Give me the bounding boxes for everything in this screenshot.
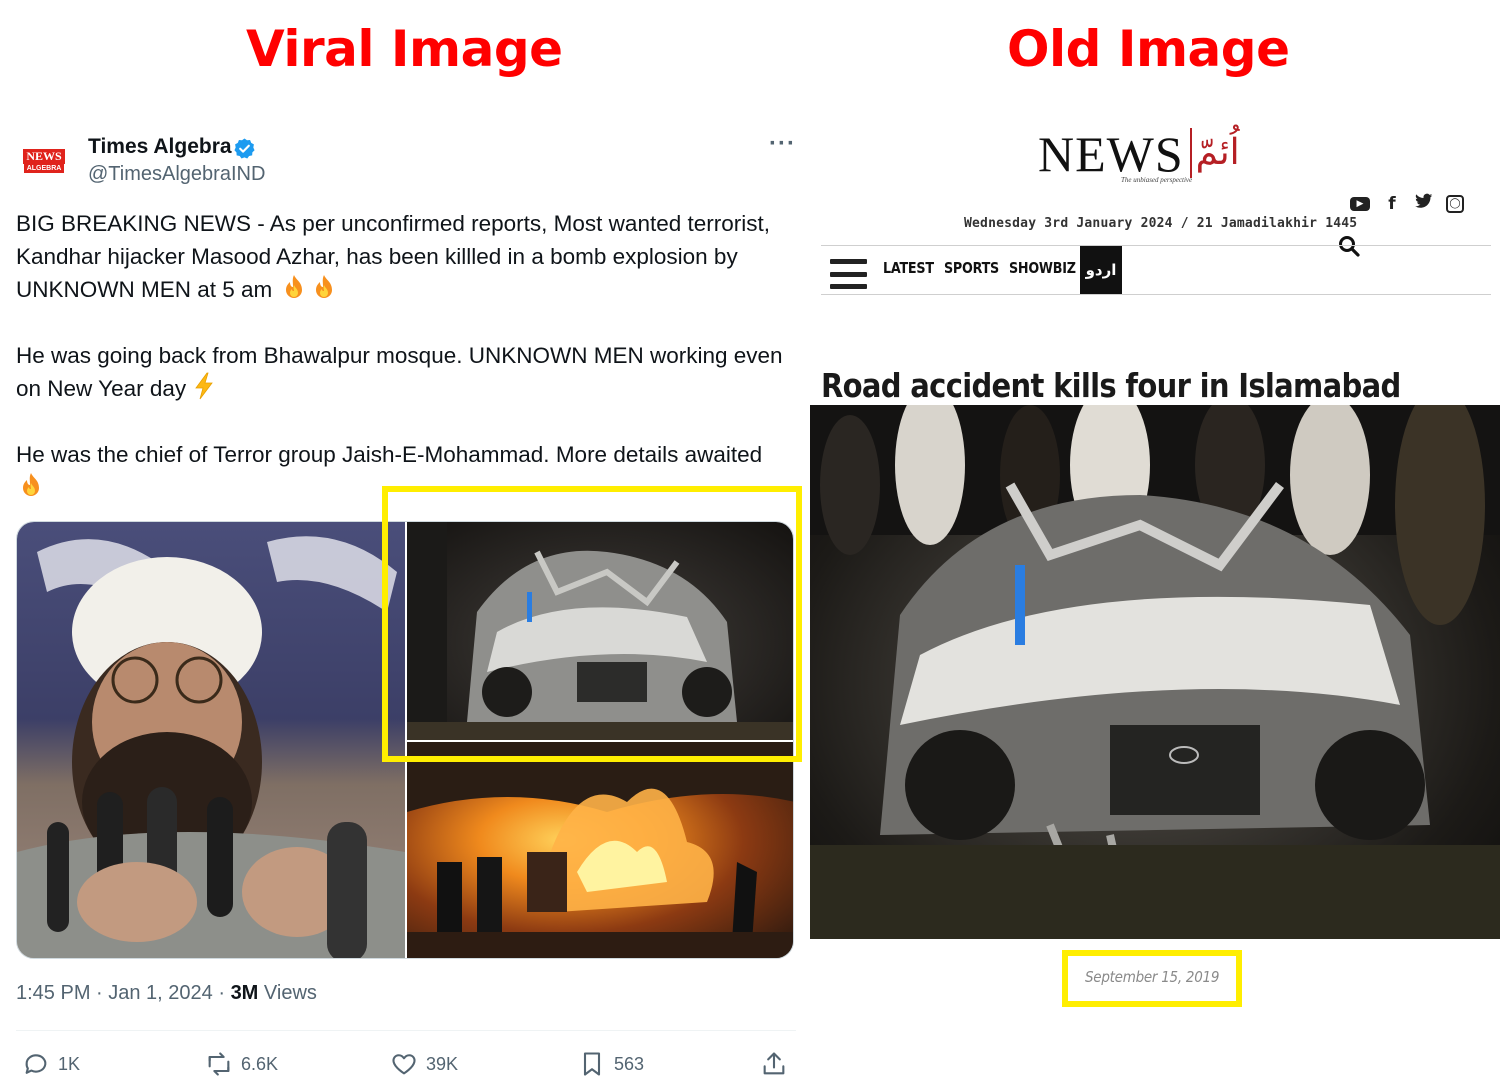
reply-button[interactable]: 1K (22, 1050, 80, 1078)
bookmark-icon (583, 1052, 601, 1076)
tweet-paragraph-1: BIG BREAKING NEWS - As per unconfirmed r… (16, 207, 796, 310)
bookmark-button[interactable]: 563 (578, 1050, 644, 1078)
menu-icon[interactable] (830, 259, 867, 289)
like-icon (392, 1054, 416, 1075)
facebook-icon[interactable]: f (1382, 193, 1402, 215)
nav-item-urdu[interactable]: اردو (1080, 246, 1122, 294)
tweet-paragraph-2-text: He was going back from Bhawalpur mosque.… (16, 343, 783, 401)
fire-emoji-icon (16, 471, 46, 508)
tweet-views-count: 3M (230, 982, 259, 1004)
tweet-timestamp[interactable]: 1:45 PM · Jan 1, 2024 · (16, 982, 231, 1004)
old-image-heading: Old Image (1007, 20, 1290, 78)
author-handle[interactable]: @TimesAlgebraIND (88, 163, 265, 186)
search-icon[interactable] (1337, 234, 1361, 258)
like-count: 39K (426, 1053, 459, 1074)
share-button[interactable] (760, 1050, 788, 1078)
tweet-meta: 1:45 PM · Jan 1, 2024 · 3M Views (16, 982, 317, 1005)
author-name[interactable]: Times Algebra (88, 135, 232, 159)
article-title[interactable]: Road accident kills four in Islamabad (821, 366, 1401, 405)
bookmark-count: 563 (614, 1053, 645, 1074)
tweet-paragraph-2: He was going back from Bhawalpur mosque.… (16, 339, 796, 409)
site-dateline: Wednesday 3rd January 2024 / 21 Jamadila… (964, 216, 1358, 231)
lightning-emoji-icon (192, 372, 218, 409)
portrait-photo[interactable] (17, 522, 405, 958)
avatar[interactable]: NEWS ALGEBRA (22, 141, 66, 181)
nav-item-showbiz[interactable]: SHOWBIZ (1009, 259, 1076, 277)
tweet-divider (16, 1030, 796, 1031)
more-options-icon[interactable]: ··· (769, 130, 796, 158)
nav-top-rule (821, 245, 1491, 246)
highlight-box-tweet-image (382, 486, 802, 762)
viral-image-heading: Viral Image (246, 20, 563, 78)
social-links: ▶ f ◯ (1350, 193, 1464, 215)
fire-emoji-icon (279, 273, 309, 310)
twitter-icon[interactable] (1414, 193, 1434, 215)
site-tagline: The unbiased perspective (1121, 176, 1193, 184)
explosion-fire-photo[interactable] (407, 742, 793, 958)
reply-count: 1K (58, 1053, 81, 1074)
share-icon (763, 1052, 785, 1075)
site-logo-urdu: اُئمّ (1189, 128, 1240, 178)
repost-button[interactable]: 6.6K (205, 1050, 278, 1078)
tweet-paragraph-1-text: BIG BREAKING NEWS - As per unconfirmed r… (16, 211, 770, 302)
instagram-icon[interactable]: ◯ (1446, 195, 1464, 213)
youtube-icon[interactable]: ▶ (1350, 197, 1370, 211)
avatar-logo-line1: NEWS (23, 149, 65, 164)
like-button[interactable]: 39K (390, 1050, 458, 1078)
nav-bottom-rule (821, 294, 1491, 295)
tweet-views-label: Views (258, 982, 317, 1004)
fire-emoji-icon (309, 273, 339, 310)
nav-item-latest[interactable]: LATEST (883, 259, 934, 277)
verified-badge-icon (234, 138, 255, 159)
article-wrecked-car-photo[interactable] (810, 405, 1500, 939)
highlight-box-date (1062, 950, 1242, 1007)
avatar-logo-line2: ALGEBRA (23, 164, 65, 173)
repost-count: 6.6K (241, 1053, 279, 1074)
site-logo-text: NEWS (1038, 126, 1184, 182)
repost-icon (208, 1052, 230, 1076)
tweet-paragraph-3-text: He was the chief of Terror group Jaish-E… (16, 442, 763, 467)
nav-item-sports[interactable]: SPORTS (944, 259, 999, 277)
reply-icon (25, 1054, 47, 1074)
